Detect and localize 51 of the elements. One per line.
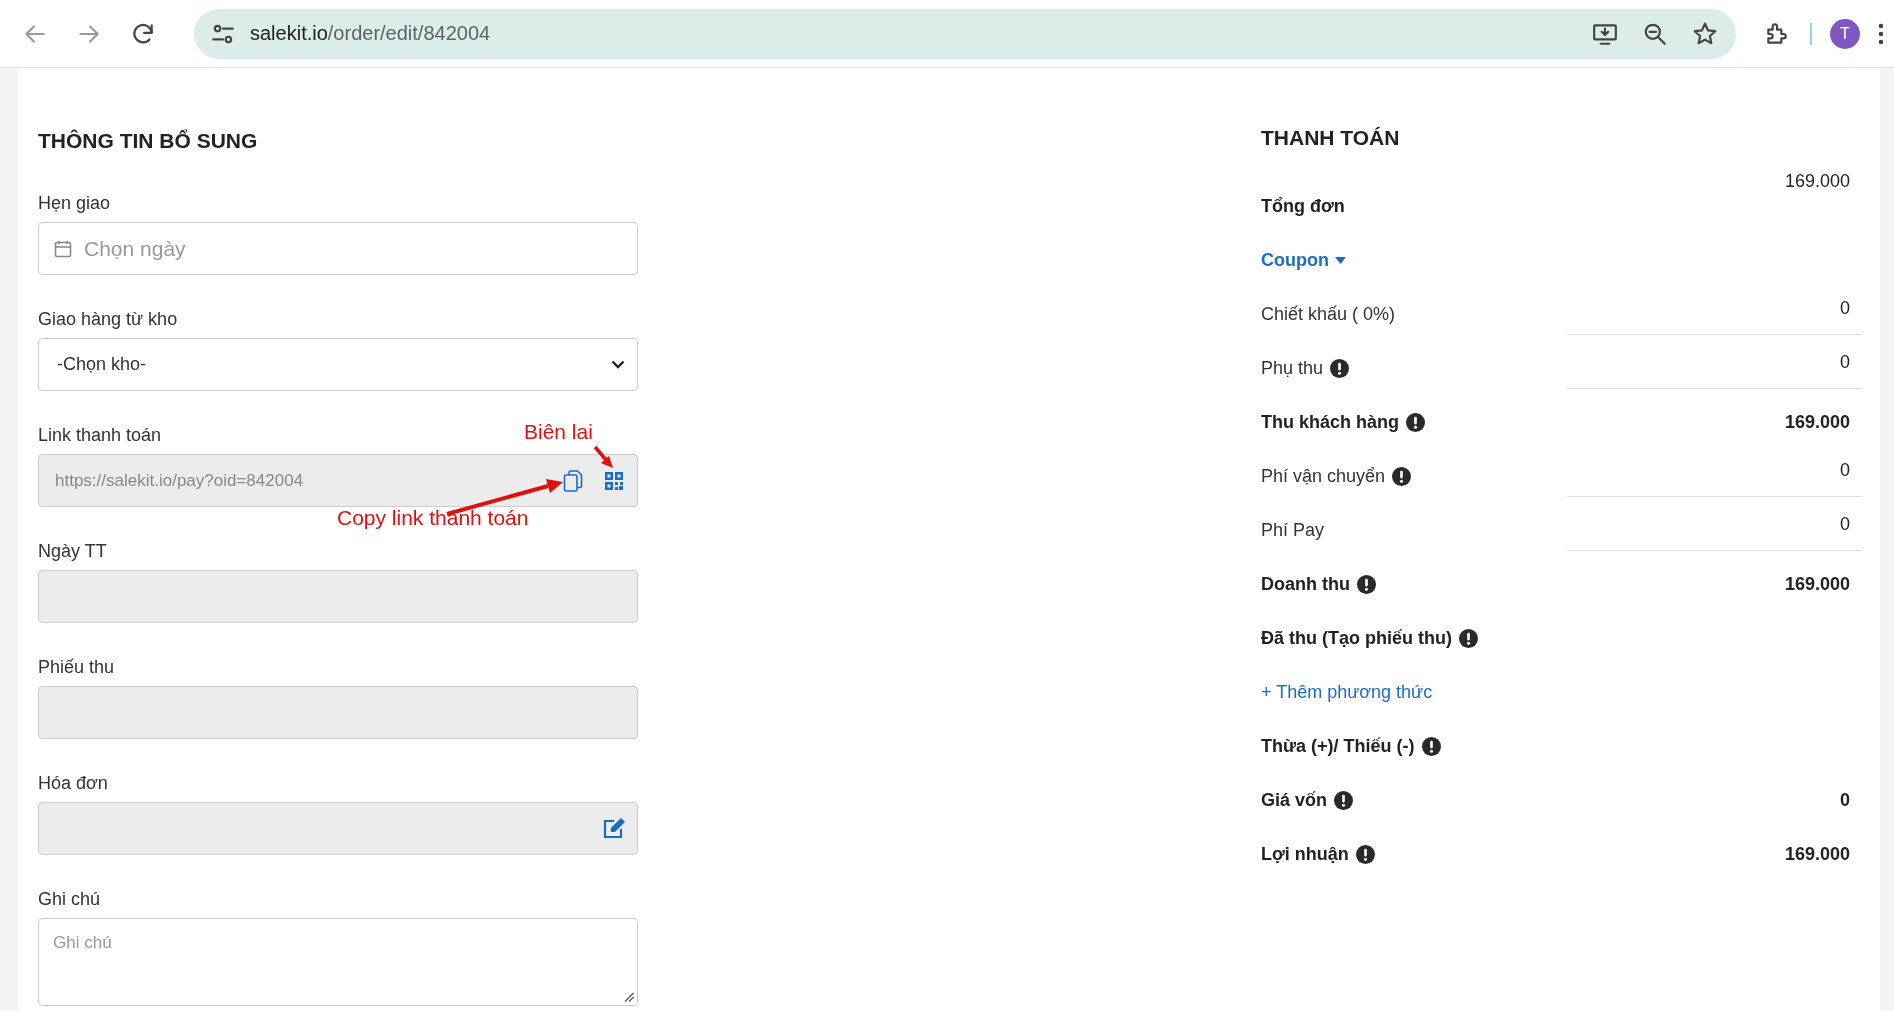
invoice-field[interactable] (38, 802, 638, 855)
field-label: Phiếu thu (38, 656, 115, 679)
chevron-down-icon (611, 360, 625, 369)
add-method-link[interactable]: + Thêm phương thức (1261, 681, 1433, 703)
row-label: Giá vốn (1261, 789, 1327, 811)
calendar-icon (54, 239, 72, 258)
field-label: Ghi chú (38, 888, 101, 911)
row-label: Doanh thu (1261, 573, 1350, 595)
row-label: Tổng đơn (1261, 195, 1345, 217)
field-label: Hóa đơn (38, 772, 108, 795)
row-value: 169.000 (1784, 843, 1851, 865)
row-label: Phụ thu (1261, 357, 1324, 379)
annotation-text: Biên lai (524, 420, 593, 444)
resize-grip-icon (624, 992, 634, 1002)
row-label: Thu khách hàng (1261, 411, 1399, 433)
address-bar[interactable]: salekit.io/order/edit/842004 (194, 8, 1736, 59)
amount-input[interactable]: 0 (1567, 457, 1862, 497)
puzzle-icon[interactable] (1764, 20, 1790, 47)
field-label: Ngày TT (38, 540, 107, 563)
row-label: Chiết khấu ( 0%) (1261, 303, 1396, 325)
row-value: 169.000 (1784, 171, 1851, 192)
warehouse-select[interactable]: -Chọn kho- (38, 338, 638, 391)
row-label: Lợi nhuận (1261, 843, 1349, 865)
readonly-field[interactable] (38, 570, 638, 623)
copy-icon[interactable] (563, 469, 583, 492)
row-label: Phí vận chuyển (1261, 465, 1386, 487)
annotation-arrow (593, 445, 613, 468)
profile-avatar[interactable]: T (1830, 18, 1860, 49)
annotation-text: Copy link thanh toán (337, 506, 529, 530)
readonly-field[interactable] (38, 686, 638, 739)
menu-icon[interactable] (1878, 22, 1884, 45)
field-label: Hẹn giao (38, 192, 111, 215)
caret-down-icon (1335, 256, 1346, 264)
section-title: THÔNG TIN BỔ SUNG (38, 129, 259, 153)
amount-input[interactable]: 0 (1567, 295, 1862, 335)
amount-input[interactable]: 0 (1567, 511, 1862, 551)
qr-code-icon[interactable] (605, 471, 623, 490)
field-label: Link thanh toán (38, 424, 162, 447)
coupon-dropdown[interactable]: Coupon (1261, 249, 1346, 271)
row-value: 169.000 (1784, 411, 1851, 433)
star-icon[interactable] (1692, 20, 1718, 47)
row-value: 0 (1840, 789, 1851, 811)
section-title: THANH TOÁN (1261, 126, 1401, 150)
row-label: Thừa (+)/ Thiếu (-) (1261, 735, 1415, 757)
row-value: 169.000 (1784, 573, 1851, 595)
amount-input[interactable]: 0 (1567, 349, 1862, 389)
edit-icon[interactable] (603, 818, 625, 839)
row-label: Phí Pay (1261, 519, 1325, 541)
url-text: salekit.io/order/edit/842004 (250, 22, 491, 45)
field-label: Giao hàng từ kho (38, 308, 178, 331)
row-label: Đã thu (Tạo phiếu thu) (1261, 627, 1452, 649)
